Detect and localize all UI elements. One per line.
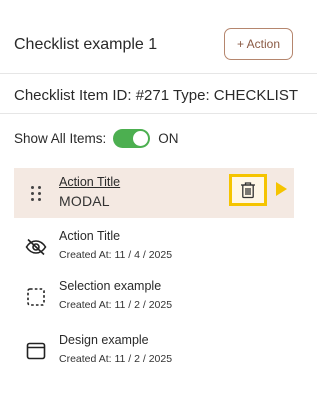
list-item-action-title-modal[interactable]: Action Title MODAL [14,168,294,218]
show-all-items-toggle[interactable] [113,128,151,148]
page-title: Checklist example 1 [14,36,158,53]
list-item-action-title[interactable]: Action Title Created At: 11 / 4 / 2025 [14,222,294,272]
checklist-item-meta: Checklist Item ID: #271 Type: CHECKLIST [0,74,317,114]
list-item-title: Design example [59,333,149,347]
list-item-created-at: Created At: 11 / 2 / 2025 [59,299,173,311]
list-item-title: Selection example [59,279,162,293]
action-list: Action Title MODAL Action Title Created … [14,168,294,376]
trash-icon [241,182,255,199]
show-all-items-label: Show All Items: [14,130,107,146]
list-item-title: Action Title [59,229,121,243]
toggle-state-text: ON [158,130,179,146]
drag-handle-icon[interactable] [24,181,48,205]
list-item-created-at: Created At: 11 / 4 / 2025 [59,249,173,261]
toggle-knob [133,130,149,146]
pointer-arrow-icon [276,182,287,196]
delete-button[interactable] [229,174,267,206]
list-item-selection-example[interactable]: Selection example Created At: 11 / 2 / 2… [14,272,294,322]
show-all-items-row: Show All Items: ON [14,128,179,148]
list-item-design-example[interactable]: Design example Created At: 11 / 2 / 2025 [14,326,294,376]
window-icon [24,339,48,363]
list-item-subtitle: MODAL [59,193,110,209]
list-item-title[interactable]: Action Title [59,175,120,189]
dashed-square-icon [24,285,48,309]
header: Checklist example 1 + Action [0,0,317,74]
eye-off-icon [24,235,48,259]
checklist-item-meta-text: Checklist Item ID: #271 Type: CHECKLIST [14,87,298,104]
add-action-button[interactable]: + Action [224,28,293,60]
list-item-created-at: Created At: 11 / 2 / 2025 [59,353,173,365]
